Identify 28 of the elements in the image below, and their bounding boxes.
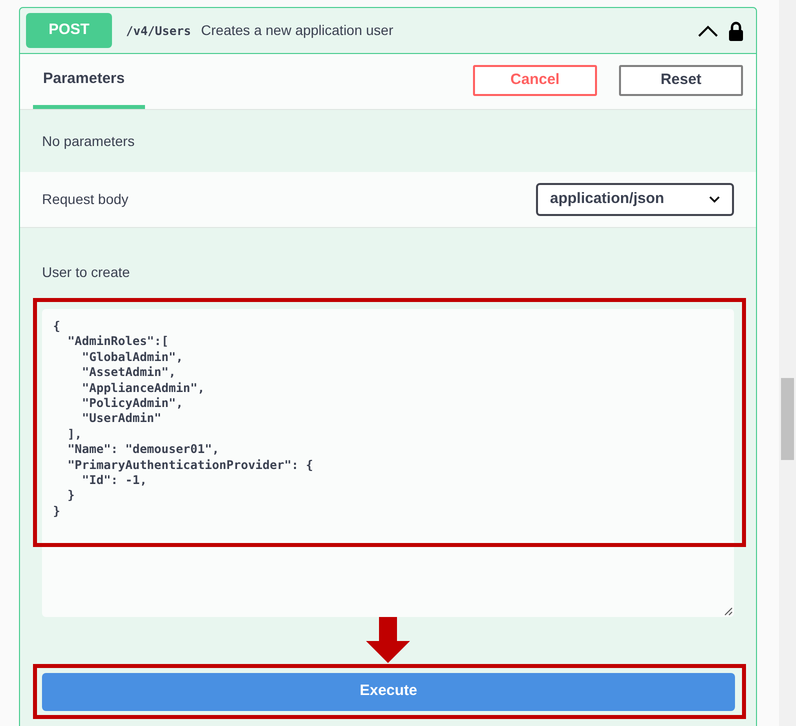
- code-editor[interactable]: { "AdminRoles":[ "GlobalAdmin", "AssetAdmin", "ApplianceAdmin", "PolicyAdmin", "UserAdmin" ], "Name": "demouser01", "PrimaryAuthenticationProvider": { "Id": -1, } }: [42, 309, 734, 617]
- scrollbar-thumb[interactable]: [781, 378, 794, 460]
- code-line: }: [53, 504, 60, 520]
- code-line: "AdminRoles":[: [66, 334, 169, 350]
- no-parameters-text: No parameters: [42, 132, 135, 151]
- code-line: "PrimaryAuthenticationProvider": {: [66, 458, 314, 474]
- resize-handle-icon[interactable]: [724, 607, 733, 616]
- method-badge: POST: [26, 13, 112, 48]
- endpoint-path: /v4/Users: [126, 22, 192, 40]
- code-line: ],: [66, 426, 82, 442]
- code-line: "AssetAdmin",: [80, 365, 176, 381]
- tab[interactable]: Parameters: [33, 53, 145, 109]
- code-line: "Name": "demouser01",: [66, 442, 220, 458]
- code-line: "GlobalAdmin",: [80, 350, 184, 366]
- chevron-up-icon[interactable]: [698, 24, 718, 36]
- request-body-label: Request body: [42, 190, 128, 209]
- lock-icon[interactable]: [728, 20, 744, 40]
- body-field-label: User to create: [42, 264, 130, 280]
- code-line: {: [53, 319, 60, 334]
- code-line: "UserAdmin": [80, 411, 162, 427]
- code-line: "ApplianceAdmin",: [80, 380, 205, 396]
- reset-button[interactable]: Reset: [619, 64, 743, 96]
- content-type-select[interactable]: application/json: [536, 183, 734, 216]
- code-line: "Id": -1,: [80, 473, 147, 488]
- endpoint-summary: Creates a new application user: [201, 21, 394, 40]
- chevron-down-icon: [709, 196, 720, 203]
- code-line: "PolicyAdmin",: [80, 396, 184, 412]
- code-line: }: [66, 488, 75, 504]
